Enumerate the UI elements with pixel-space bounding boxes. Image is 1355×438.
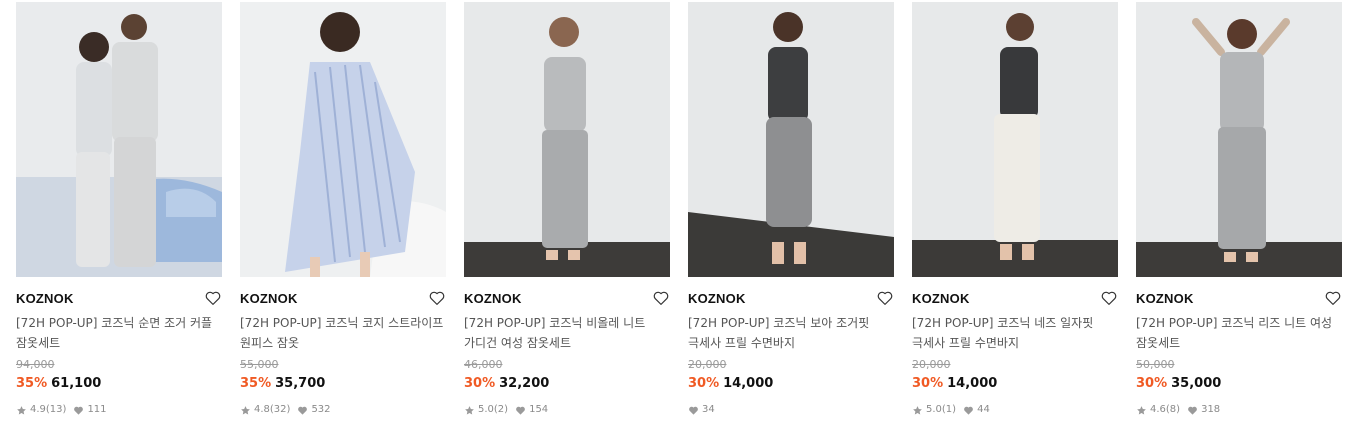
wishlist-heart-icon[interactable] — [1100, 289, 1118, 307]
product-card[interactable]: KOZNOK [72H POP-UP] 코즈닉 순면 조거 커플 잠옷세트 94… — [16, 2, 222, 417]
discount-rate: 35% — [16, 376, 48, 391]
knit-cardigan-set-photo — [464, 2, 670, 277]
wishlist-heart-icon[interactable] — [1324, 289, 1342, 307]
star-icon — [1136, 405, 1147, 416]
review-count: (8) — [1165, 404, 1181, 415]
product-card[interactable]: KOZNOK [72H POP-UP] 코즈닉 리즈 니트 여성 잠옷세트 50… — [1136, 2, 1342, 417]
product-stats: 4.8 (32) 532 — [240, 403, 446, 417]
star-icon — [16, 405, 27, 416]
product-image[interactable] — [688, 2, 894, 277]
product-image[interactable] — [1136, 2, 1342, 277]
discount-rate: 30% — [1136, 376, 1168, 391]
original-price: 50,000 — [1136, 358, 1175, 371]
couple-pajama-photo — [16, 2, 222, 277]
star-icon — [464, 405, 475, 416]
rating: 4.8 — [254, 404, 270, 415]
heart-icon — [515, 405, 526, 416]
like-count: 44 — [977, 404, 990, 415]
product-stats: 4.9 (13) 111 — [16, 403, 222, 417]
brand-name[interactable]: KOZNOK — [240, 291, 298, 306]
heart-icon — [963, 405, 974, 416]
wishlist-heart-icon[interactable] — [204, 289, 222, 307]
brand-name[interactable]: KOZNOK — [464, 291, 522, 306]
product-grid: KOZNOK [72H POP-UP] 코즈닉 순면 조거 커플 잠옷세트 94… — [0, 0, 1355, 438]
discount-rate: 30% — [688, 376, 720, 391]
brand-name[interactable]: KOZNOK — [688, 291, 746, 306]
product-card[interactable]: KOZNOK [72H POP-UP] 코즈닉 보아 조거핏 극세사 프릴 수면… — [688, 2, 894, 417]
like-count: 111 — [87, 404, 107, 415]
brand-name[interactable]: KOZNOK — [1136, 291, 1194, 306]
brand-name[interactable]: KOZNOK — [912, 291, 970, 306]
review-count: (13) — [45, 404, 67, 415]
like-count: 34 — [702, 404, 715, 415]
like-count: 532 — [311, 404, 331, 415]
product-title[interactable]: [72H POP-UP] 코즈닉 보아 조거핏 극세사 프릴 수면바지 — [688, 313, 894, 353]
original-price: 20,000 — [688, 358, 727, 371]
like-count: 318 — [1201, 404, 1221, 415]
product-stats: 5.0 (1) 44 — [912, 403, 1118, 417]
star-icon — [912, 405, 923, 416]
review-count: (32) — [269, 404, 291, 415]
product-title[interactable]: [72H POP-UP] 코즈닉 순면 조거 커플 잠옷세트 — [16, 313, 222, 353]
knit-set-photo — [1136, 2, 1342, 277]
sale-price: 35,000 — [1171, 376, 1222, 391]
product-stats: 5.0 (2) 154 — [464, 403, 670, 417]
like-count: 154 — [529, 404, 549, 415]
product-title[interactable]: [72H POP-UP] 코즈닉 비올레 니트 가디건 여성 잠옷세트 — [464, 313, 670, 353]
wishlist-heart-icon[interactable] — [652, 289, 670, 307]
product-title[interactable]: [72H POP-UP] 코즈닉 네즈 일자핏 극세사 프릴 수면바지 — [912, 313, 1118, 353]
rating: 4.9 — [30, 404, 46, 415]
product-card[interactable]: KOZNOK [72H POP-UP] 코즈닉 네즈 일자핏 극세사 프릴 수면… — [912, 2, 1118, 417]
wishlist-heart-icon[interactable] — [428, 289, 446, 307]
original-price: 20,000 — [912, 358, 951, 371]
original-price: 46,000 — [464, 358, 503, 371]
heart-icon — [688, 405, 699, 416]
original-price: 94,000 — [16, 358, 55, 371]
sale-price: 32,200 — [499, 376, 550, 391]
original-price: 55,000 — [240, 358, 279, 371]
product-stats: 4.6 (8) 318 — [1136, 403, 1342, 417]
rating: 5.0 — [926, 404, 942, 415]
heart-icon — [1187, 405, 1198, 416]
product-card[interactable]: KOZNOK [72H POP-UP] 코즈닉 코지 스트라이프 원피스 잠옷 … — [240, 2, 446, 417]
fleece-straight-pants-photo — [912, 2, 1118, 277]
stripe-dress-photo — [240, 2, 446, 277]
product-card[interactable]: KOZNOK [72H POP-UP] 코즈닉 비올레 니트 가디건 여성 잠옷… — [464, 2, 670, 417]
brand-name[interactable]: KOZNOK — [16, 291, 74, 306]
review-count: (1) — [941, 404, 957, 415]
product-image[interactable] — [464, 2, 670, 277]
discount-rate: 30% — [912, 376, 944, 391]
product-image[interactable] — [240, 2, 446, 277]
product-image[interactable] — [912, 2, 1118, 277]
rating: 4.6 — [1150, 404, 1166, 415]
discount-rate: 35% — [240, 376, 272, 391]
review-count: (2) — [493, 404, 509, 415]
fleece-jogger-photo — [688, 2, 894, 277]
sale-price: 14,000 — [947, 376, 998, 391]
product-image[interactable] — [16, 2, 222, 277]
sale-price: 14,000 — [723, 376, 774, 391]
sale-price: 61,100 — [51, 376, 102, 391]
wishlist-heart-icon[interactable] — [876, 289, 894, 307]
product-title[interactable]: [72H POP-UP] 코즈닉 리즈 니트 여성 잠옷세트 — [1136, 313, 1342, 353]
discount-rate: 30% — [464, 376, 496, 391]
heart-icon — [297, 405, 308, 416]
rating: 5.0 — [478, 404, 494, 415]
product-title[interactable]: [72H POP-UP] 코즈닉 코지 스트라이프 원피스 잠옷 — [240, 313, 446, 353]
star-icon — [240, 405, 251, 416]
heart-icon — [73, 405, 84, 416]
sale-price: 35,700 — [275, 376, 326, 391]
product-stats: 34 — [688, 403, 894, 417]
